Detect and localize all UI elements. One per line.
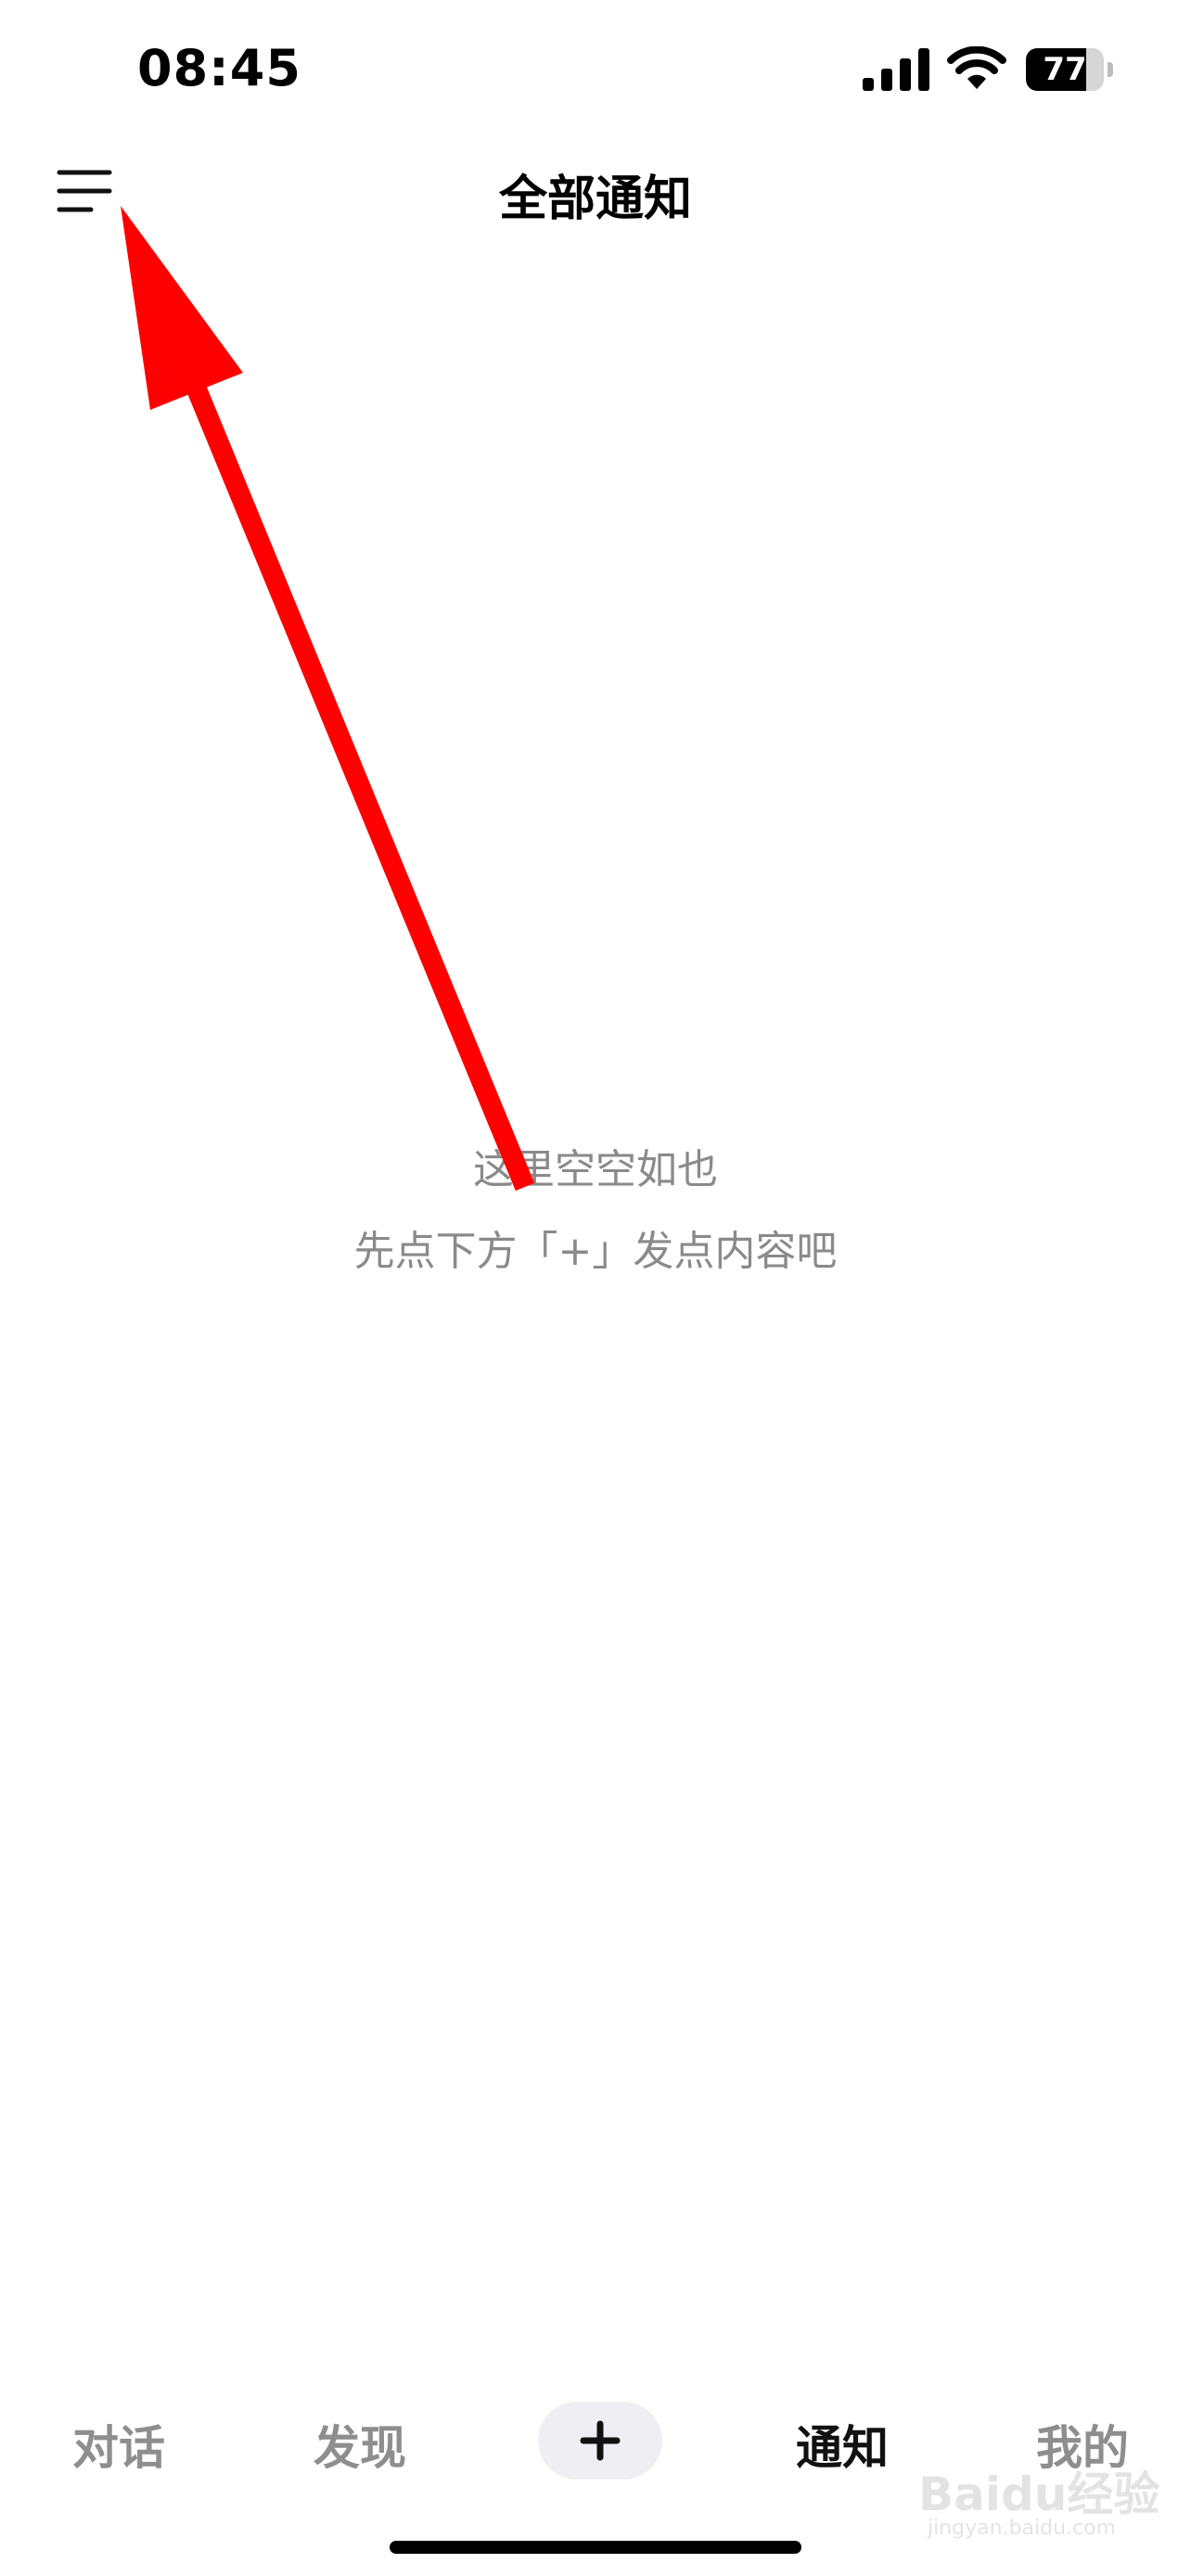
status-time: 08:45 [137,39,301,97]
tab-notifications[interactable]: 通知 [796,2411,889,2478]
wifi-icon [947,46,1006,89]
battery-icon: 77 [1026,48,1113,91]
battery-level-text: 77 [1043,51,1087,88]
status-bar: 08:45 77 [0,0,1191,139]
battery-cap [1108,62,1113,77]
watermark-url: jingyan.baidu.com [928,2517,1117,2540]
plus-icon [580,2420,621,2461]
empty-state: 这里空空如也 先点下方「+」发点内容吧 [0,1142,1191,1280]
cellular-signal-icon [863,48,929,91]
add-button[interactable] [538,2402,662,2480]
annotation-arrow [121,206,535,1192]
empty-state-title: 这里空空如也 [473,1146,718,1193]
watermark-logo: Baidu经验 [918,2468,1160,2521]
battery-body: 77 [1026,48,1104,91]
watermark: Baidu经验 jingyan.baidu.com [918,2448,1169,2550]
empty-state-hint: 先点下方「+」发点内容吧 [353,1228,838,1275]
header: 全部通知 [0,139,1191,250]
tab-chat[interactable]: 对话 [72,2411,165,2478]
page-title: 全部通知 [498,172,692,227]
home-indicator [390,2541,801,2554]
tab-discover[interactable]: 发现 [314,2411,406,2478]
